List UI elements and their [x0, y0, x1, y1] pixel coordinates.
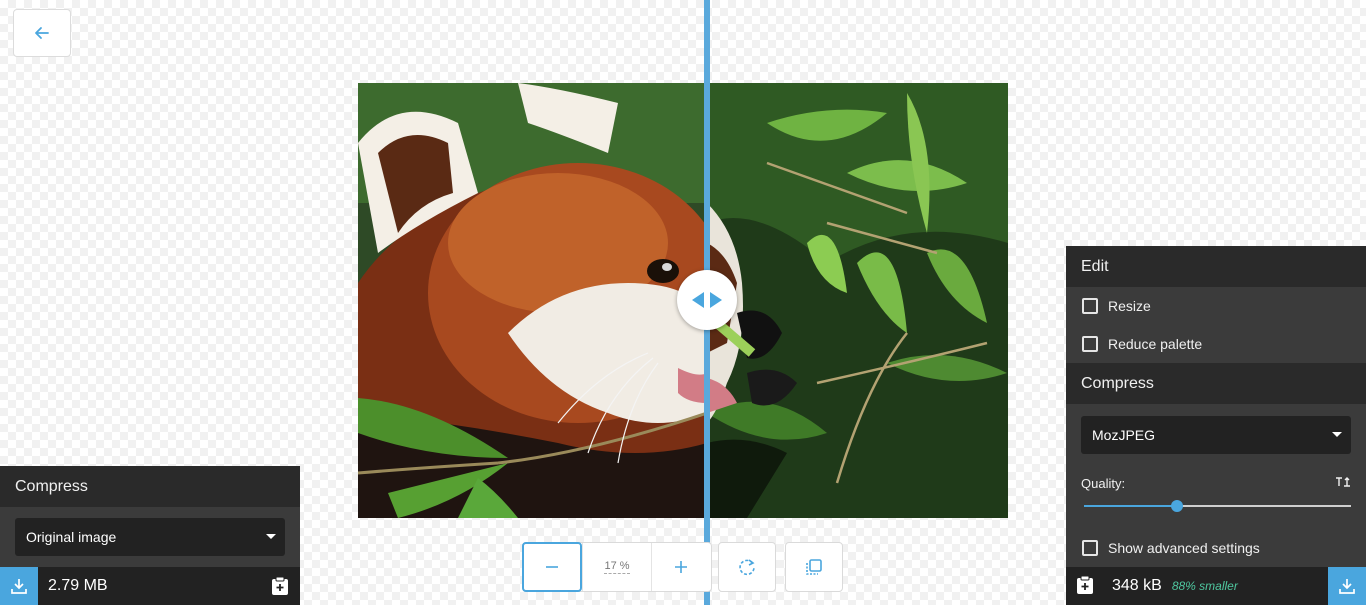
- background-toggle-icon: [806, 559, 822, 575]
- zoom-in-button[interactable]: [652, 543, 711, 591]
- chevron-down-icon: [1332, 432, 1342, 437]
- advanced-settings-option[interactable]: Show advanced settings: [1066, 529, 1366, 567]
- download-icon: [11, 579, 27, 594]
- reduce-palette-option[interactable]: Reduce palette: [1066, 325, 1366, 363]
- left-method-value: Original image: [26, 529, 117, 545]
- quality-slider[interactable]: [1084, 500, 1351, 512]
- right-compress-header: Compress: [1066, 363, 1366, 404]
- rotate-icon: [739, 559, 755, 576]
- copy-settings-button[interactable]: [271, 576, 289, 601]
- background-toggle-button[interactable]: [785, 542, 843, 592]
- arrows-horizontal-icon: [692, 292, 722, 308]
- advanced-settings-label: Show advanced settings: [1108, 540, 1260, 556]
- plus-icon: [675, 561, 688, 573]
- edit-title: Edit: [1081, 257, 1109, 275]
- resize-label: Resize: [1108, 298, 1151, 314]
- left-results-bar: 2.79 MB: [0, 567, 300, 605]
- rotate-button[interactable]: [718, 542, 776, 592]
- original-image-view: [358, 83, 707, 518]
- encoder-value: MozJPEG: [1092, 427, 1156, 443]
- zoom-controls: 17 %: [522, 542, 712, 592]
- compressed-file-size: 348 kB: [1112, 577, 1162, 594]
- encoder-select[interactable]: MozJPEG: [1081, 416, 1351, 454]
- copy-settings-right-button[interactable]: [1076, 575, 1094, 600]
- right-compress-title: Compress: [1081, 374, 1154, 392]
- resize-option[interactable]: Resize: [1066, 287, 1366, 325]
- right-results-bar: 348 kB 88% smaller: [1066, 567, 1366, 605]
- download-compressed-button[interactable]: [1328, 567, 1366, 605]
- zoom-level-text: 17 %: [604, 560, 630, 574]
- comparison-slider-handle[interactable]: [677, 270, 737, 330]
- quality-label: Quality:: [1081, 476, 1126, 491]
- edit-header: Edit: [1066, 246, 1366, 287]
- download-icon: [1339, 579, 1355, 594]
- download-original-button[interactable]: [0, 567, 38, 605]
- reduce-palette-checkbox[interactable]: [1082, 336, 1098, 352]
- back-button[interactable]: [13, 9, 71, 57]
- reduce-palette-label: Reduce palette: [1108, 336, 1203, 352]
- original-file-size: 2.79 MB: [48, 577, 108, 594]
- compressed-options-panel: Edit Resize Reduce palette Compress MozJ…: [1066, 246, 1366, 605]
- chevron-down-icon: [266, 534, 276, 539]
- minus-icon: [546, 566, 559, 568]
- zoom-level-input[interactable]: 17 %: [582, 543, 652, 591]
- quality-slider-fill: [1084, 505, 1178, 507]
- clipboard-icon: [1077, 575, 1093, 594]
- left-method-select[interactable]: Original image: [15, 518, 285, 556]
- left-compress-title: Compress: [15, 477, 88, 495]
- original-options-panel: Compress Original image 2.79 MB: [0, 466, 300, 605]
- zoom-out-button[interactable]: [522, 542, 583, 592]
- clipboard-icon: [272, 576, 288, 595]
- advanced-settings-checkbox[interactable]: [1082, 540, 1098, 556]
- savings-text: 88% smaller: [1171, 579, 1238, 593]
- resize-checkbox[interactable]: [1082, 298, 1098, 314]
- quality-slider-thumb[interactable]: [1171, 500, 1184, 512]
- quality-row: Quality:: [1081, 476, 1351, 491]
- text-input-toggle-icon[interactable]: [1335, 476, 1351, 488]
- arrow-left-icon: [35, 27, 49, 39]
- left-compress-header: Compress: [0, 466, 300, 507]
- compressed-image-view: [707, 83, 1008, 518]
